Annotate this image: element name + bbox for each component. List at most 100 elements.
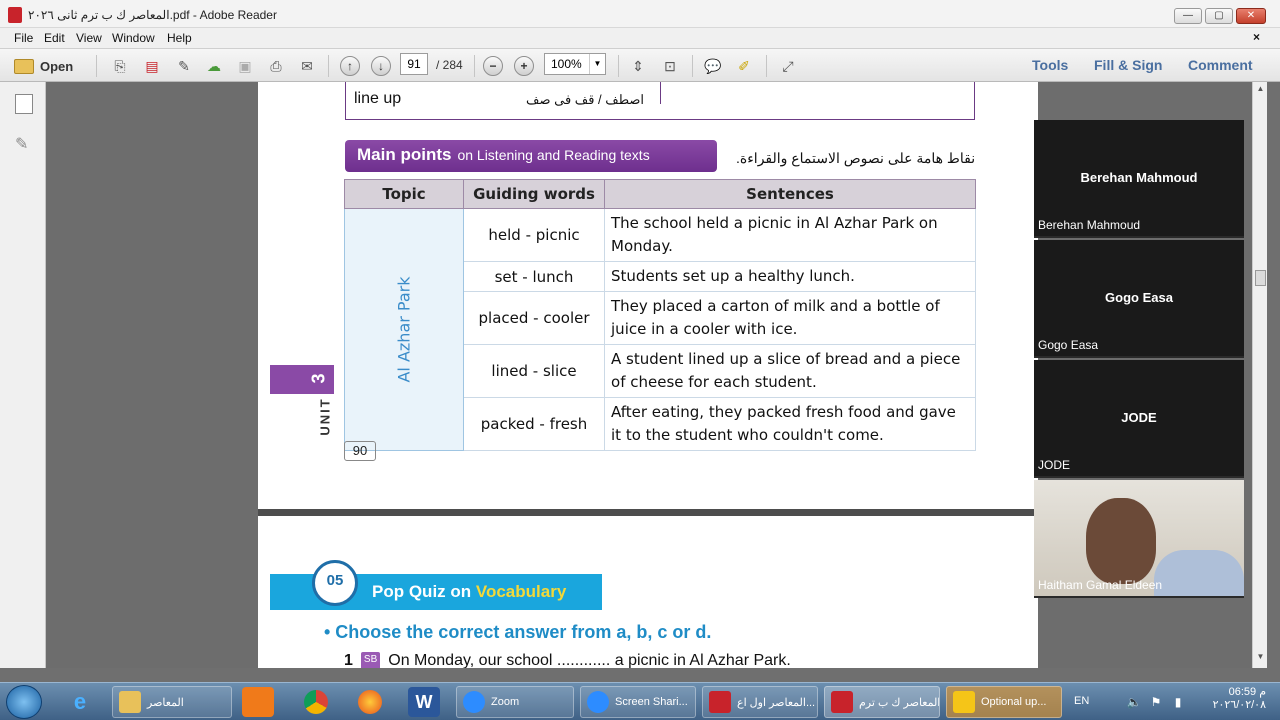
scrollbar-thumb[interactable] [1255, 270, 1266, 286]
chrome-icon[interactable] [300, 687, 332, 717]
toolbar: Open ⎘ ▤ ✎ ☁ ▣ ⎙ ✉ ↑ ↓ − + ⇕ ⊡ 💬 ✐ ⤢ Too… [0, 48, 1280, 82]
zoom-icon [463, 691, 485, 713]
participant-name: JODE [1121, 410, 1157, 425]
taskbar-app-label: Optional up... [981, 696, 1047, 708]
scroll-down-icon[interactable]: ▼ [1253, 652, 1268, 666]
full-screen-icon[interactable]: ⤢ [778, 56, 798, 76]
chevron-down-icon[interactable]: ▼ [589, 54, 605, 74]
sentence-cell: After eating, they packed fresh food and… [604, 397, 976, 451]
internet-explorer-icon[interactable]: e [64, 687, 96, 717]
banner-title-rest: on Listening and Reading texts [457, 147, 650, 163]
participant-label: Haitham Gamal Eldeen [1038, 578, 1163, 592]
question-number: 1 [344, 652, 353, 668]
zoom-value: 100% [551, 57, 582, 71]
save-icon[interactable]: ▣ [235, 56, 255, 76]
highlight-icon[interactable]: ✐ [734, 56, 754, 76]
attachments-icon[interactable]: ✎ [15, 134, 33, 154]
taskbar-app-zoom[interactable]: Zoom [456, 686, 574, 718]
taskbar-app-optional-update[interactable]: Optional up... [946, 686, 1062, 718]
close-button[interactable]: ✕ [1236, 8, 1266, 24]
taskbar-app-pdf[interactable]: المعاصر اول اع... [702, 686, 818, 718]
vocab-arabic: اصطف / قف فى صف [526, 92, 645, 107]
media-player-icon[interactable] [242, 687, 274, 717]
start-button[interactable] [6, 685, 42, 719]
next-page-button[interactable]: ↓ [371, 56, 391, 76]
toolbar-separator [474, 55, 475, 77]
print-icon[interactable]: ⎙ [266, 56, 286, 76]
taskbar-app-screen-share[interactable]: Screen Shari... [580, 686, 696, 718]
firefox-icon[interactable] [354, 687, 386, 717]
adobe-reader-icon [8, 7, 22, 23]
vertical-scrollbar[interactable]: ▲ ▼ [1252, 82, 1267, 668]
zoom-select[interactable]: 100% ▼ [544, 53, 606, 75]
close-document-icon[interactable]: × [1253, 30, 1260, 44]
taskbar-app-pdf-active[interactable]: المعاصر ك ب ترم... [824, 686, 940, 718]
unit-tab: 3 [270, 365, 334, 394]
email-icon[interactable]: ✉ [297, 56, 317, 76]
page-number-input[interactable]: 91 [400, 53, 428, 75]
sentence-cell: The school held a picnic in Al Azhar Par… [604, 208, 976, 262]
pdf-page: Pop Quiz on Vocabulary 05 • Choose the c… [258, 516, 1038, 668]
page-number-label: 90 [344, 441, 376, 461]
taskbar-app-label: المعاصر ك ب ترم... [859, 696, 940, 709]
volume-icon[interactable]: 🔈 [1124, 692, 1144, 712]
participant-video-tile[interactable]: Haitham Gamal Eldeen [1034, 480, 1244, 598]
menu-file[interactable]: File [14, 31, 33, 45]
maximize-button[interactable]: ▢ [1205, 8, 1233, 24]
quiz-title-a: Pop Quiz on [372, 582, 472, 601]
banner-arabic: نقاط هامة على نصوص الاستماع والقراءة. [736, 150, 976, 166]
header-guiding-words: Guiding words [463, 179, 606, 209]
page-thumbnails-icon[interactable] [15, 94, 33, 114]
menu-edit[interactable]: Edit [44, 31, 65, 45]
quiz-title: Pop Quiz on Vocabulary [372, 582, 566, 602]
fill-sign-tab[interactable]: Fill & Sign [1094, 57, 1162, 73]
export-pdf-icon[interactable]: ▤ [142, 56, 162, 76]
menu-view[interactable]: View [76, 31, 102, 45]
taskbar: e المعاصر W Zoom Screen Shari... المعاصر… [0, 682, 1280, 720]
warning-icon [953, 691, 975, 713]
menu-help[interactable]: Help [167, 31, 192, 45]
language-indicator[interactable]: EN [1074, 695, 1089, 707]
previous-page-button[interactable]: ↑ [340, 56, 360, 76]
upload-cloud-icon[interactable]: ☁ [204, 56, 224, 76]
header-sentences: Sentences [604, 179, 976, 209]
open-button[interactable]: Open [14, 55, 73, 77]
flag-icon[interactable]: ⚑ [1146, 692, 1166, 712]
zoom-out-button[interactable]: − [483, 56, 503, 76]
menu-window[interactable]: Window [112, 31, 155, 45]
word-icon[interactable]: W [408, 687, 440, 717]
participant-label: Berehan Mahmoud [1038, 218, 1141, 232]
create-pdf-icon[interactable]: ⎘ [110, 56, 130, 76]
taskbar-app-label: Zoom [491, 696, 520, 708]
participant-tile[interactable]: Gogo Easa Gogo Easa [1034, 240, 1244, 358]
taskbar-app-folder[interactable]: المعاصر [112, 686, 232, 718]
taskbar-app-label: Screen Shari... [615, 696, 688, 708]
tools-tab[interactable]: Tools [1032, 57, 1068, 73]
question-1: 1 SB On Monday, our school ............ … [344, 652, 791, 668]
taskbar-app-label: المعاصر [147, 696, 184, 709]
guiding-words-cell: placed - cooler [463, 291, 606, 345]
participant-tile[interactable]: Berehan Mahmoud Berehan Mahmoud [1034, 120, 1244, 238]
topic-label: Al Azhar Park [394, 276, 414, 383]
zoom-participant-panel: Berehan Mahmoud Berehan Mahmoud Gogo Eas… [1034, 120, 1244, 598]
folder-icon [119, 691, 141, 713]
sb-badge: SB [360, 652, 381, 668]
sticky-note-icon[interactable]: 💬 [703, 56, 723, 76]
taskbar-app-label: المعاصر اول اع... [737, 696, 816, 709]
zoom-in-button[interactable]: + [514, 56, 534, 76]
fit-page-icon[interactable]: ⇕ [628, 56, 648, 76]
participant-tile[interactable]: JODE JODE [1034, 360, 1244, 478]
edit-pdf-icon[interactable]: ✎ [174, 56, 194, 76]
participant-label: Gogo Easa [1038, 338, 1099, 352]
window-title: المعاصر ك ب ترم ثانى ٢٠٢٦.pdf - Adobe Re… [28, 8, 277, 22]
stopwatch-icon: 05 [312, 560, 358, 606]
clock[interactable]: 06:59 م ٢٠٢٦/٠٢/٠٨ [1213, 685, 1266, 711]
main-points-banner: Main points on Listening and Reading tex… [345, 140, 717, 172]
comment-tab[interactable]: Comment [1188, 57, 1253, 73]
network-icon[interactable]: ▮ [1168, 692, 1188, 712]
sentence-cell: Students set up a healthy lunch. [604, 261, 976, 292]
fit-width-icon[interactable]: ⊡ [660, 56, 680, 76]
sentence-cell: They placed a carton of milk and a bottl… [604, 291, 976, 345]
minimize-button[interactable]: — [1174, 8, 1202, 24]
scroll-up-icon[interactable]: ▲ [1253, 84, 1268, 98]
